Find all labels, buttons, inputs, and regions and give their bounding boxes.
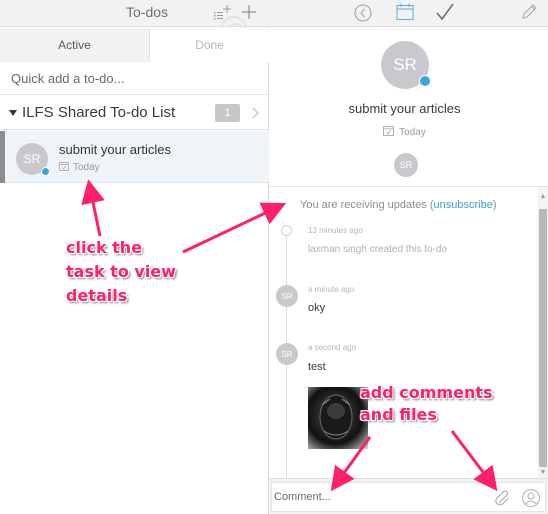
back-icon[interactable] (352, 2, 374, 24)
activity-feed: You are receiving updates (unsubscribe) … (269, 186, 548, 478)
annotation-line: click the (66, 238, 143, 257)
comment-text: test (308, 361, 326, 373)
annotation-line: task to view (66, 262, 176, 281)
event-text: laxman singh created this to-do (308, 244, 447, 255)
filter-tabs: Active Done (0, 28, 269, 62)
task-count-badge: 1 (215, 104, 240, 122)
tab-active[interactable]: Active (0, 28, 150, 62)
task-due-date: Today (59, 161, 100, 174)
subscription-notice: You are receiving updates (unsubscribe) (300, 199, 497, 211)
unsubscribe-link[interactable]: unsubscribe (434, 199, 493, 211)
annotation-add-comments: add comments and files (360, 382, 530, 426)
task-due-label: Today (73, 162, 100, 173)
online-status-dot (41, 167, 50, 176)
detail-toolbar (269, 0, 548, 27)
list-header-bar: To-dos (0, 0, 269, 27)
calendar-icon[interactable] (394, 1, 416, 23)
comment-input[interactable] (272, 483, 487, 511)
scrollbar-thumb[interactable] (539, 209, 547, 467)
task-detail-title[interactable]: submit your articles (269, 101, 540, 116)
image-attachment-thumbnail[interactable] (308, 387, 368, 449)
pencil-icon[interactable] (518, 1, 540, 23)
task-detail-pane: SR submit your articles Today SR You are… (269, 0, 548, 514)
todo-list-title: ILFS Shared To-do List (22, 104, 176, 121)
online-status-dot (419, 75, 431, 87)
annotation-line: add comments (360, 383, 493, 402)
comment-input-wrapper (271, 482, 546, 512)
task-detail-due-date[interactable]: Today (269, 125, 540, 139)
comment-timestamp: a minute ago (308, 285, 355, 294)
car-image (319, 394, 353, 440)
calendar-icon (59, 161, 69, 174)
tab-done[interactable]: Done (150, 28, 269, 62)
comment-timestamp: a second ago (308, 343, 357, 352)
subscription-text: You are receiving updates ( (300, 199, 434, 211)
annotation-line: details (66, 286, 128, 305)
quick-add-field-wrapper (0, 63, 269, 95)
comment-text: oky (308, 302, 326, 314)
task-row[interactable]: SR submit your articles Today (0, 131, 269, 183)
task-title: submit your articles (59, 142, 171, 157)
todo-list-group-header[interactable]: ILFS Shared To-do List 1 (0, 96, 269, 130)
annotation-line: and files (360, 405, 437, 424)
annotation-click-task: click the task to view details (66, 236, 206, 308)
comment-author-avatar: SR (276, 285, 298, 307)
assignee-avatar[interactable]: SR (394, 153, 418, 177)
selection-indicator (0, 131, 5, 183)
chevron-right-icon[interactable] (248, 105, 262, 121)
comment-author-avatar: SR (276, 343, 298, 365)
add-list-icon[interactable] (210, 2, 234, 22)
caret-down-icon[interactable] (9, 110, 17, 116)
event-timestamp: 13 minutes ago (308, 226, 363, 235)
quick-add-input[interactable] (0, 63, 269, 94)
check-icon[interactable] (434, 1, 456, 23)
activity-scrollbar[interactable]: ▲ ▼ (538, 187, 548, 478)
page-title: To-dos (126, 4, 169, 20)
plus-icon[interactable] (238, 1, 260, 23)
scroll-up-icon[interactable]: ▲ (539, 193, 547, 201)
comment-bar (269, 478, 548, 514)
task-detail-due-label: Today (399, 126, 426, 138)
subscription-text-close: ) (492, 199, 497, 211)
timeline-node (281, 225, 292, 236)
scroll-down-icon[interactable]: ▼ (539, 469, 547, 477)
paperclip-icon[interactable] (492, 487, 514, 509)
person-icon[interactable] (520, 487, 542, 509)
calendar-icon (383, 125, 395, 139)
